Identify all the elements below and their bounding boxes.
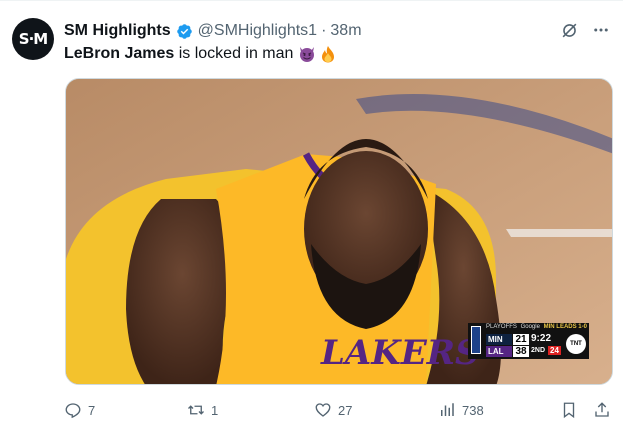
grok-icon[interactable] — [559, 20, 579, 40]
tweet-text: LeBron James is locked in man — [64, 44, 337, 64]
reply-icon — [65, 403, 81, 419]
scorebug: PLAYOFFS Google MIN LEADS 1-0 MIN 21 LAL… — [468, 323, 589, 359]
scorebug-sponsor: Google — [520, 324, 540, 330]
scorebug-score-min: 21 — [513, 333, 529, 345]
tweet-actions: 7 1 27 738 — [64, 399, 613, 421]
like-button[interactable]: 27 — [314, 399, 352, 421]
bookmark-icon — [563, 402, 575, 419]
repost-icon — [188, 405, 204, 415]
avatar-text: S·M — [18, 30, 48, 48]
scorebug-team-lal: LAL — [486, 345, 512, 357]
jersey-lakers-text: LAKERS — [320, 333, 480, 373]
repost-button[interactable]: 1 — [187, 399, 218, 421]
tweet[interactable]: S·M SM Highlights @SMHighlights1 · 38m L… — [0, 0, 623, 430]
reply-count: 7 — [88, 402, 96, 418]
header-actions — [559, 20, 611, 40]
author-handle[interactable]: @SMHighlights1 — [198, 22, 317, 40]
tweet-time[interactable]: 38m — [330, 22, 361, 40]
mention-lebron-james[interactable]: LeBron James — [64, 44, 174, 64]
like-count: 27 — [338, 402, 353, 418]
avatar[interactable]: S·M — [12, 18, 54, 60]
verified-badge-icon[interactable] — [176, 23, 193, 40]
smiling-imp-emoji-icon — [300, 47, 315, 62]
share-button[interactable] — [593, 399, 611, 421]
fire-emoji-icon — [322, 46, 335, 63]
author-name[interactable]: SM Highlights — [64, 22, 171, 40]
tweet-header: SM Highlights @SMHighlights1 · 38m — [64, 20, 611, 42]
separator-dot: · — [321, 22, 327, 39]
nba-logo-icon — [471, 326, 481, 354]
views-button[interactable]: 738 — [438, 399, 484, 421]
tweet-media-image[interactable]: LAKERS PLAYOFFS Google MIN LEADS 1-0 MIN… — [65, 78, 613, 385]
reply-button[interactable]: 7 — [64, 399, 95, 421]
heart-icon — [315, 403, 331, 417]
share-icon — [595, 402, 609, 417]
scorebug-team-min: MIN — [486, 333, 512, 345]
scorebug-series-lead: MIN LEADS 1-0 — [543, 324, 587, 330]
views-chart-icon — [441, 403, 454, 416]
bookmark-button[interactable] — [560, 399, 578, 421]
scorebug-playoffs: PLAYOFFS — [486, 324, 517, 330]
repost-count: 1 — [211, 402, 219, 418]
tweet-text-rest: is locked in man — [174, 45, 294, 62]
scorebug-shot-clock: 24 — [548, 346, 561, 355]
scorebug-clock: 9:22 — [531, 333, 552, 344]
tnt-logo: TNT — [566, 334, 586, 354]
scorebug-quarter: 2ND — [531, 347, 546, 354]
more-options-icon[interactable] — [591, 20, 611, 40]
scorebug-score-lal: 38 — [513, 345, 529, 357]
view-count: 738 — [462, 402, 484, 418]
